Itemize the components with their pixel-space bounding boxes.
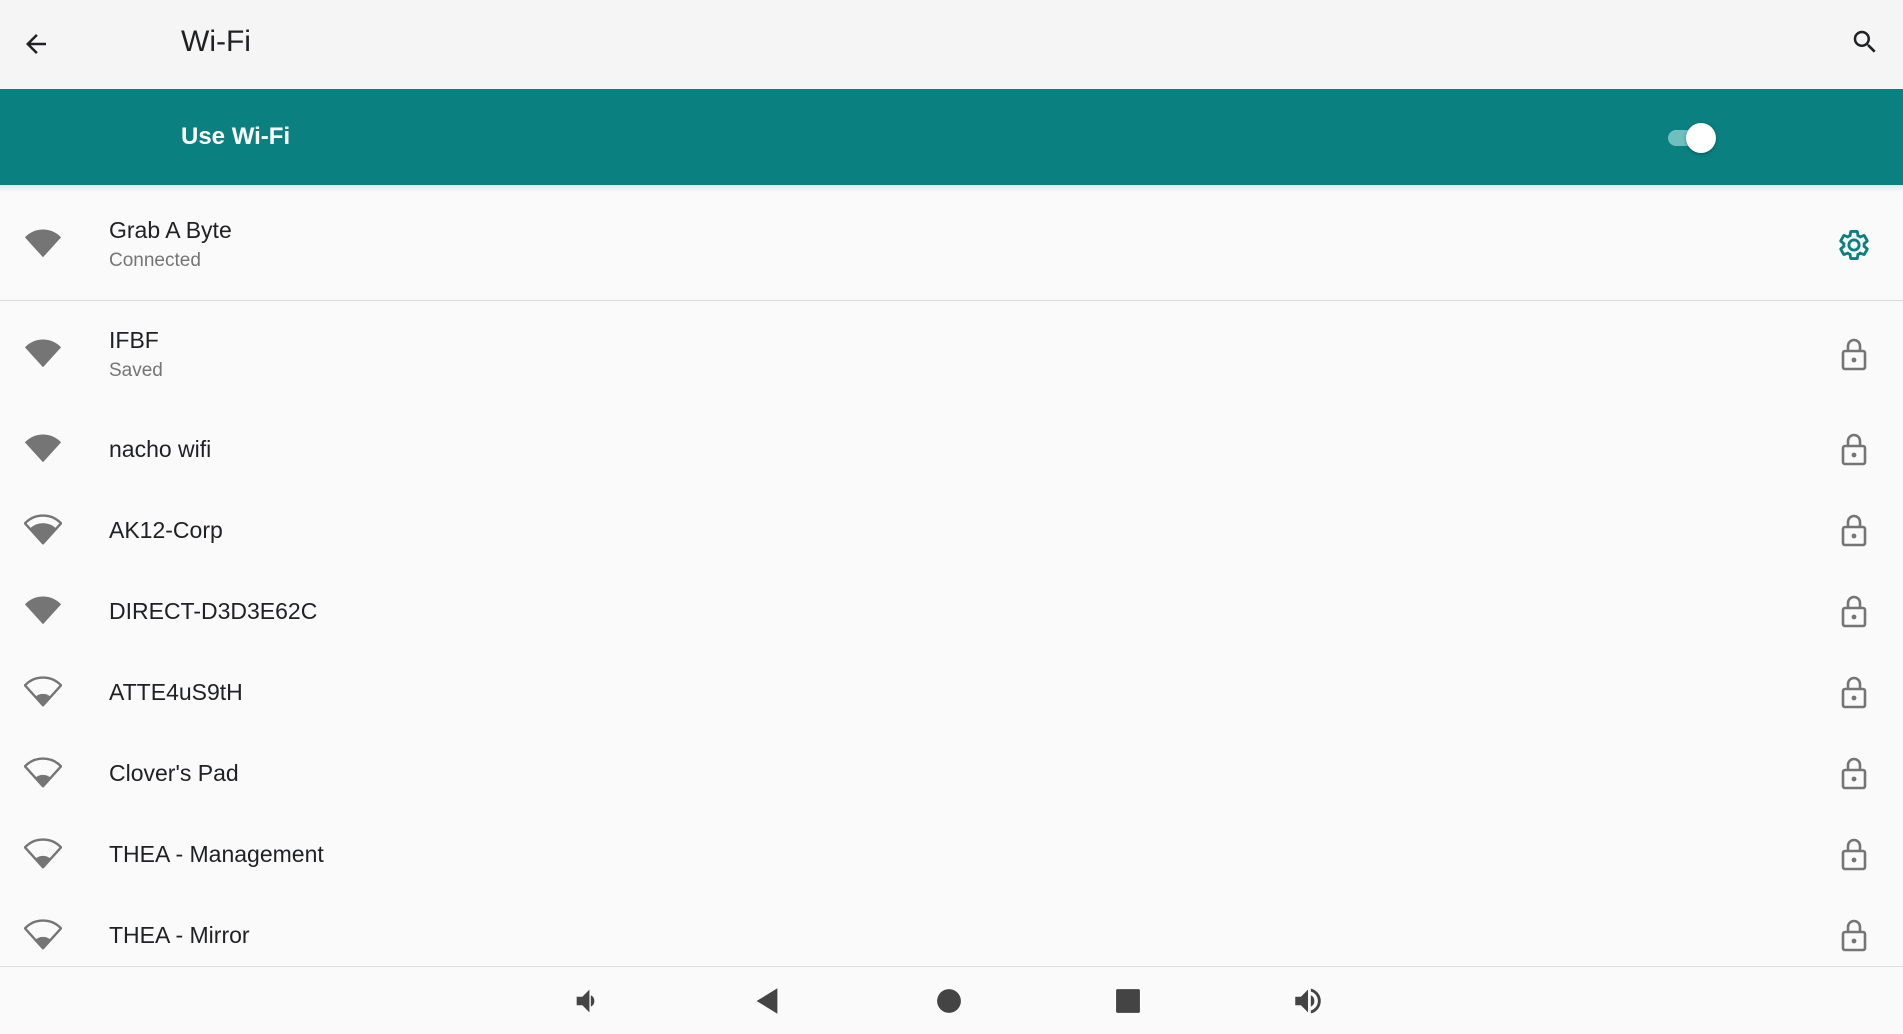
- lock-icon-wrap: [1834, 672, 1874, 712]
- network-row-ak12-corp[interactable]: AK12-Corp: [0, 490, 1903, 571]
- wifi-low-signal-icon: [24, 676, 62, 707]
- wifi-low-signal-icon: [24, 838, 62, 869]
- search-icon: [1853, 30, 1876, 53]
- volume-up-icon: [1295, 988, 1321, 1014]
- lock-icon-wrap: [1834, 834, 1874, 874]
- nav-recents-button[interactable]: [1104, 977, 1152, 1025]
- recents-square-icon: [1116, 989, 1140, 1013]
- network-name: ATTE4uS9tH: [109, 679, 243, 705]
- lock-icon: [1841, 514, 1867, 547]
- lock-icon-wrap: [1834, 915, 1874, 955]
- use-wifi-label: Use Wi-Fi: [181, 123, 291, 150]
- search-button[interactable]: [1841, 18, 1889, 66]
- network-name: DIRECT-D3D3E62C: [109, 598, 318, 624]
- lock-icon-wrap: [1834, 753, 1874, 793]
- volume-down-button[interactable]: [564, 977, 612, 1025]
- wifi-low-signal-icon: [24, 919, 62, 950]
- wifi-settings-screen: Wi-Fi Use Wi-Fi Grab A Byte Connected IF…: [0, 0, 1903, 1034]
- network-name: Clover's Pad: [109, 760, 239, 786]
- lock-icon: [1841, 919, 1867, 952]
- volume-down-icon: [576, 989, 595, 1013]
- wifi-low-signal-icon: [24, 757, 62, 788]
- wifi-full-signal-icon: [24, 434, 62, 463]
- wifi-full-signal-icon: [24, 229, 62, 258]
- top-app-bar: Wi-Fi: [0, 0, 1903, 89]
- wifi-full-signal-icon: [24, 339, 62, 368]
- network-row-clovers-pad[interactable]: Clover's Pad: [0, 733, 1903, 814]
- wifi-full-signal-icon: [24, 596, 62, 625]
- gear-icon: [1839, 229, 1869, 261]
- lock-icon-wrap: [1834, 429, 1874, 469]
- system-navigation-bar: [0, 966, 1903, 1034]
- home-circle-icon: [937, 989, 961, 1013]
- lock-icon-wrap: [1834, 591, 1874, 631]
- network-name: Grab A Byte: [109, 217, 232, 243]
- toggle-thumb: [1686, 123, 1716, 153]
- network-status: Saved: [109, 360, 163, 381]
- network-row-thea-mirror[interactable]: THEA - Mirror: [0, 895, 1903, 966]
- lock-icon: [1841, 676, 1867, 709]
- nav-back-button[interactable]: [743, 977, 791, 1025]
- network-row-direct-d3d3e62c[interactable]: DIRECT-D3D3E62C: [0, 571, 1903, 652]
- network-row-nacho-wifi[interactable]: nacho wifi: [0, 409, 1903, 490]
- lock-icon: [1841, 757, 1867, 790]
- network-name: THEA - Management: [109, 841, 324, 867]
- network-name: AK12-Corp: [109, 517, 223, 543]
- back-button[interactable]: [12, 20, 60, 68]
- volume-up-button[interactable]: [1284, 977, 1332, 1025]
- use-wifi-toggle[interactable]: [1664, 122, 1716, 153]
- network-row-ifbf[interactable]: IFBF Saved: [0, 301, 1903, 409]
- wifi-medium-signal-icon: [24, 514, 62, 545]
- network-settings-button[interactable]: [1834, 225, 1874, 265]
- arrow-left-icon: [26, 34, 46, 54]
- lock-icon: [1841, 838, 1867, 871]
- lock-icon-wrap: [1834, 334, 1874, 374]
- lock-icon: [1841, 338, 1867, 371]
- page-title: Wi-Fi: [181, 25, 251, 58]
- network-status: Connected: [109, 250, 201, 271]
- use-wifi-switch-bar[interactable]: Use Wi-Fi: [0, 89, 1903, 185]
- network-list: Grab A Byte Connected IFBF Saved nacho w…: [0, 190, 1903, 966]
- nav-home-button[interactable]: [925, 977, 973, 1025]
- network-row-thea-management[interactable]: THEA - Management: [0, 814, 1903, 895]
- back-triangle-icon: [756, 988, 778, 1014]
- network-name: nacho wifi: [109, 436, 212, 462]
- lock-icon: [1841, 433, 1867, 466]
- network-name: THEA - Mirror: [109, 922, 250, 948]
- network-row-grab-a-byte[interactable]: Grab A Byte Connected: [0, 190, 1903, 301]
- lock-icon: [1841, 595, 1867, 628]
- lock-icon-wrap: [1834, 510, 1874, 550]
- network-row-atte4us9th[interactable]: ATTE4uS9tH: [0, 652, 1903, 733]
- network-name: IFBF: [109, 327, 159, 353]
